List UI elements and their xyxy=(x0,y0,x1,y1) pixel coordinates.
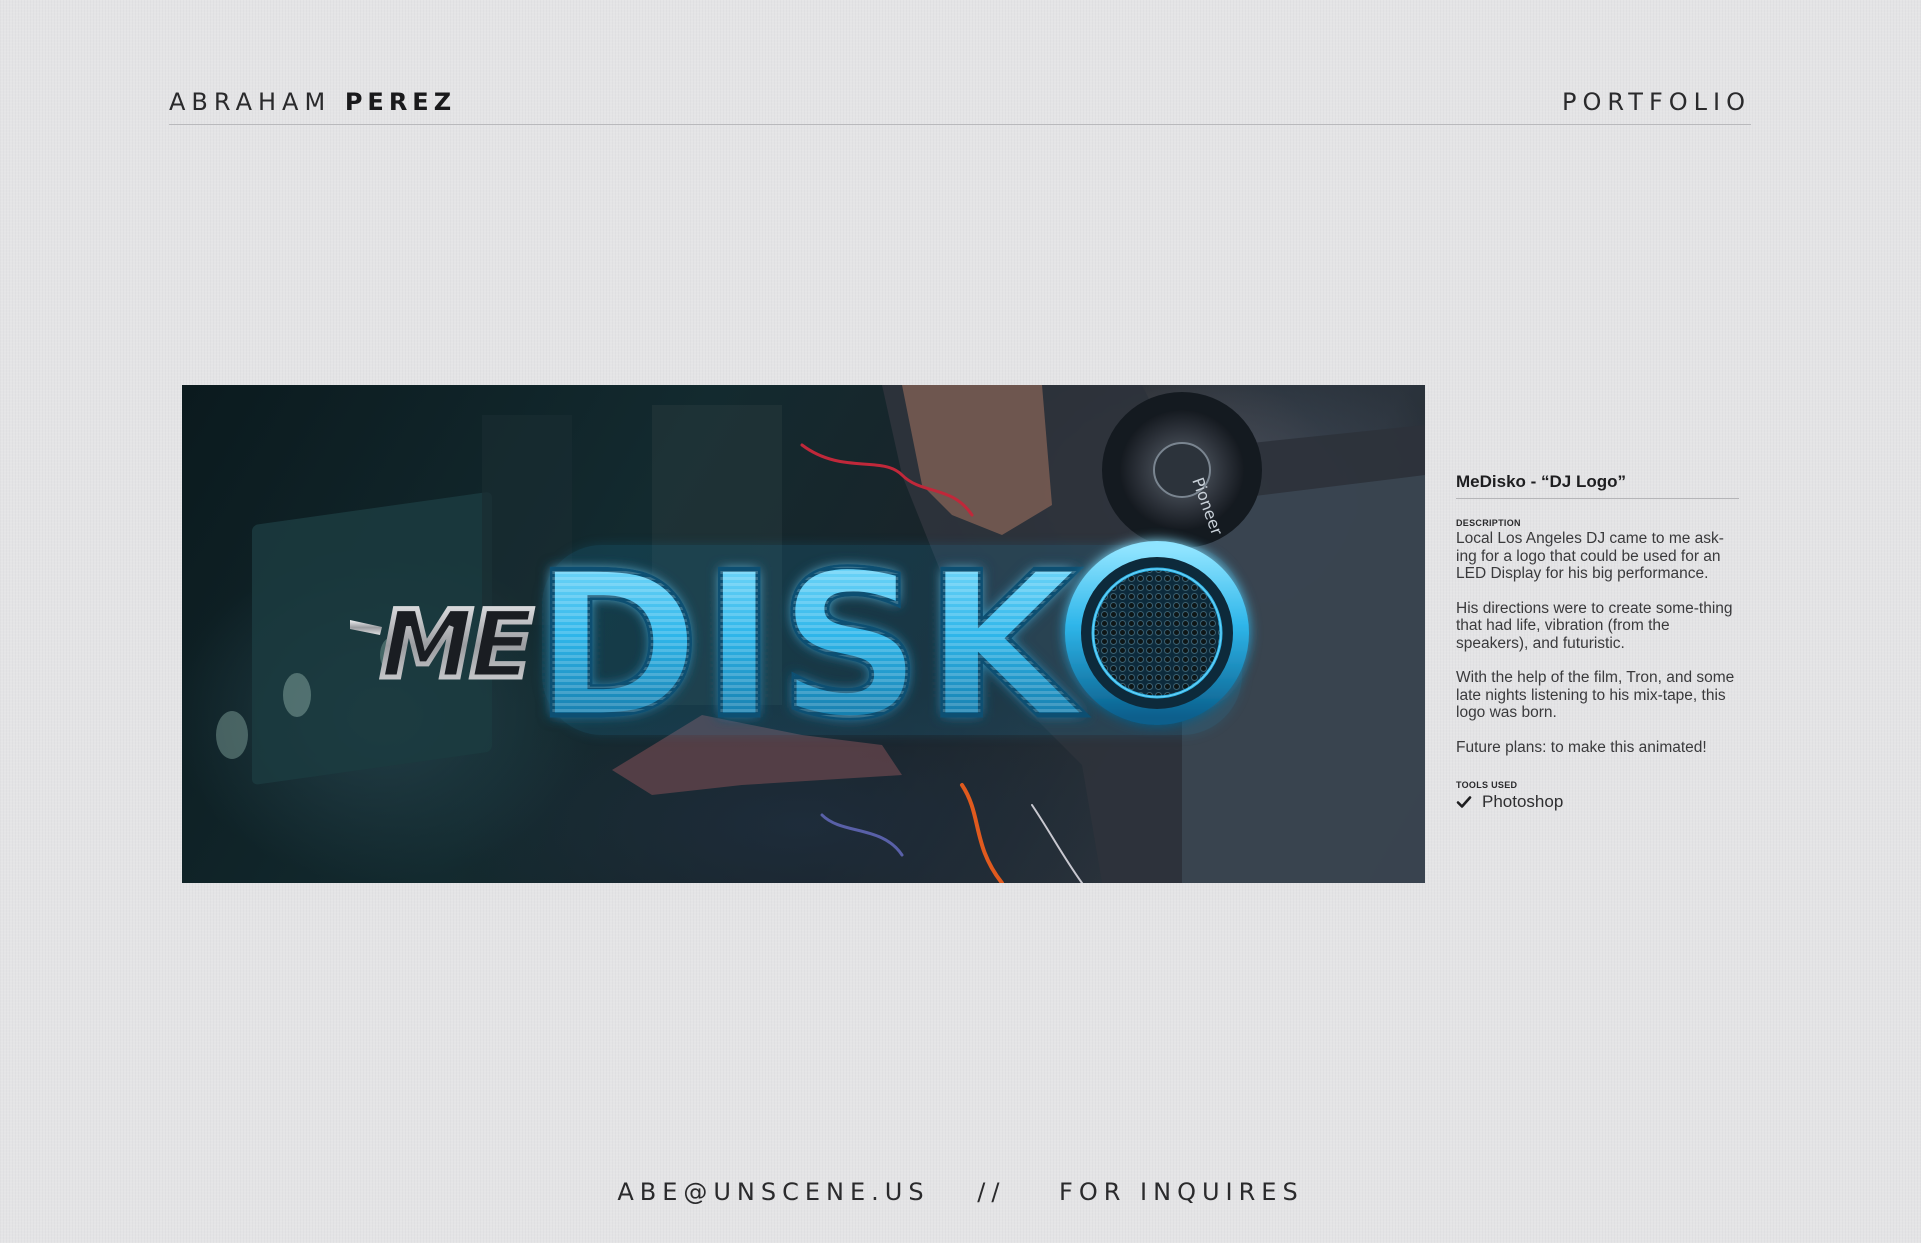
brand-last-name: PEREZ xyxy=(344,88,457,116)
logo-speaker-o xyxy=(1065,541,1249,725)
tool-item: Photoshop xyxy=(1456,792,1739,812)
footer-separator: // xyxy=(977,1178,1006,1206)
project-details: MeDisko - “DJ Logo” DESCRIPTION Local Lo… xyxy=(1456,472,1739,812)
footer-cta: FOR INQUIRES xyxy=(1059,1178,1304,1206)
svg-text:ME: ME xyxy=(380,591,533,700)
description-paragraph: Local Los Angeles DJ came to me ask-ing … xyxy=(1456,530,1724,582)
project-description: Local Los Angeles DJ came to me ask-ing … xyxy=(1456,530,1739,756)
contact-email-link[interactable]: ABE@UNSCENE.US xyxy=(617,1178,929,1206)
check-icon xyxy=(1456,796,1472,808)
description-paragraph: His directions were to create some-thing… xyxy=(1456,599,1733,652)
tools-label: TOOLS USED xyxy=(1456,780,1518,790)
site-header: ABRAHAM PEREZ PORTFOLIO xyxy=(169,86,1751,125)
description-paragraph: Future plans: to make this animated! xyxy=(1456,738,1707,756)
project-image: Pioneer ME DISK DISK xyxy=(182,385,1425,883)
logo-disko: DISK DISK xyxy=(532,528,1087,766)
brand-first-name: ABRAHAM xyxy=(169,88,332,116)
site-logo[interactable]: ABRAHAM PEREZ xyxy=(169,88,456,116)
project-title: MeDisko - “DJ Logo” xyxy=(1456,472,1739,499)
svg-text:DISK: DISK xyxy=(534,530,1086,763)
description-label: DESCRIPTION xyxy=(1456,518,1521,528)
medisko-logo-artwork: Pioneer ME DISK DISK xyxy=(216,385,1425,883)
tool-name: Photoshop xyxy=(1482,792,1564,811)
nav-portfolio-link[interactable]: PORTFOLIO xyxy=(1562,88,1751,116)
description-paragraph: With the help of the film, Tron, and som… xyxy=(1456,669,1735,721)
site-footer: ABE@UNSCENE.US // FOR INQUIRES xyxy=(0,1178,1921,1206)
